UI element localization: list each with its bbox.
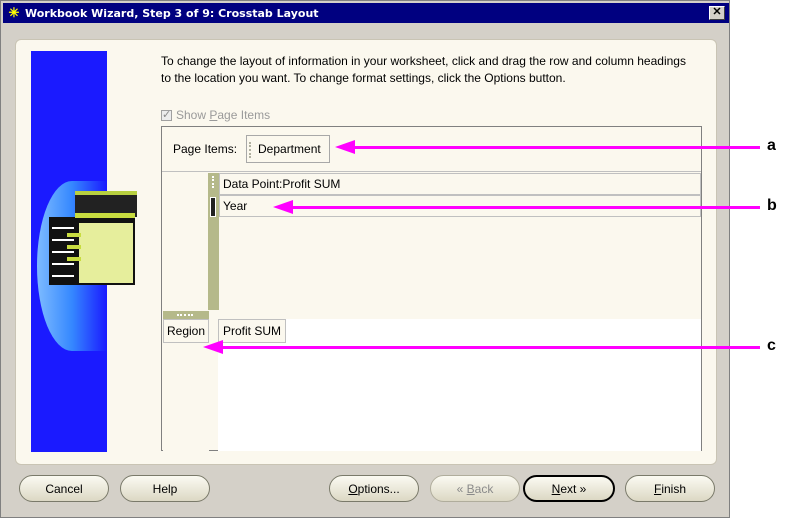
worksheet-graphic — [49, 213, 135, 285]
worksheet-graphic-line — [52, 275, 74, 277]
page-items-label: Page Items: — [173, 142, 238, 156]
column-axis-area: Data Point:Profit SUM Year — [208, 173, 701, 310]
drag-grip-icon — [177, 314, 193, 316]
callout-b-arrow — [290, 206, 760, 209]
worksheet-graphic-cells — [79, 223, 133, 283]
app-icon: ✳ — [8, 5, 20, 20]
worksheet-graphic-line — [52, 251, 74, 253]
page-items-area: Page Items: Department — [162, 127, 701, 172]
callout-a-label: a — [767, 137, 776, 154]
page-item-department[interactable]: Department — [246, 135, 330, 163]
data-area: Profit SUM — [218, 319, 701, 451]
next-arrow-icon: » — [579, 481, 587, 496]
selected-handle-marker — [210, 197, 216, 217]
worksheet-graphic-bar — [67, 257, 81, 261]
worksheet-graphic-bar — [67, 233, 81, 237]
back-button-label: « Back — [456, 481, 494, 496]
next-button-label: Next » — [551, 481, 587, 496]
worksheet-graphic-top — [75, 213, 135, 218]
help-button-label: Help — [152, 481, 178, 496]
options-button[interactable]: Options... — [329, 475, 419, 502]
drag-grip-icon — [212, 176, 214, 188]
callout-c-arrow — [220, 346, 760, 349]
back-button[interactable]: « Back — [430, 475, 520, 502]
data-item-label: Profit SUM — [223, 324, 282, 338]
row-item-label: Region — [166, 324, 206, 338]
row-axis-area — [163, 343, 209, 451]
callout-b-label: b — [767, 197, 777, 214]
column-item-data-point[interactable]: Data Point:Profit SUM — [219, 173, 701, 195]
instructions-line-2: to the location you want. To change form… — [161, 71, 566, 85]
callout-c-label: c — [767, 337, 776, 354]
checkbox-box[interactable] — [161, 108, 172, 121]
title-bar[interactable]: ✳ Workbook Wizard, Step 3 of 9: Crosstab… — [3, 3, 729, 23]
callout-a-arrow — [352, 146, 760, 149]
finish-button[interactable]: Finish — [625, 475, 715, 502]
row-drag-handle[interactable] — [163, 311, 209, 319]
column-item-label: Data Point:Profit SUM — [223, 177, 341, 191]
column-item-label: Year — [223, 199, 248, 213]
column-drag-handle[interactable] — [208, 173, 219, 310]
show-page-items-label: Show Page Items — [176, 108, 271, 122]
wizard-window: ✳ Workbook Wizard, Step 3 of 9: Crosstab… — [0, 0, 730, 518]
worksheet-graphic-line — [52, 239, 74, 241]
crosstab-layout-area: Page Items: Department Data Point:Profit… — [161, 126, 702, 451]
close-button[interactable]: ✕ — [709, 6, 725, 20]
instructions-line-1: To change the layout of information in y… — [161, 54, 686, 68]
data-item-profit-sum[interactable]: Profit SUM — [218, 319, 286, 343]
worksheet-graphic-line — [52, 263, 74, 265]
worksheet-graphic-bar — [67, 245, 81, 249]
callout-b-arrowhead — [273, 200, 293, 214]
next-button[interactable]: Next » — [523, 475, 615, 502]
page-item-label: Department — [258, 142, 321, 156]
wizard-illustration — [31, 51, 137, 452]
callout-c-arrowhead — [203, 340, 223, 354]
options-button-label: Options... — [348, 481, 400, 496]
drag-grip-icon — [249, 142, 252, 158]
show-page-items-checkbox[interactable]: Show Page Items — [161, 108, 270, 122]
window-title: Workbook Wizard, Step 3 of 9: Crosstab L… — [25, 6, 319, 20]
cancel-button-label: Cancel — [45, 481, 83, 496]
callout-a-arrowhead — [335, 140, 355, 154]
worksheet-graphic-line — [52, 227, 74, 229]
back-arrow-icon: « — [456, 481, 464, 496]
cancel-button[interactable]: Cancel — [19, 475, 109, 502]
instructions-text: To change the layout of information in y… — [161, 53, 721, 87]
finish-button-label: Finish — [653, 481, 687, 496]
help-button[interactable]: Help — [120, 475, 210, 502]
